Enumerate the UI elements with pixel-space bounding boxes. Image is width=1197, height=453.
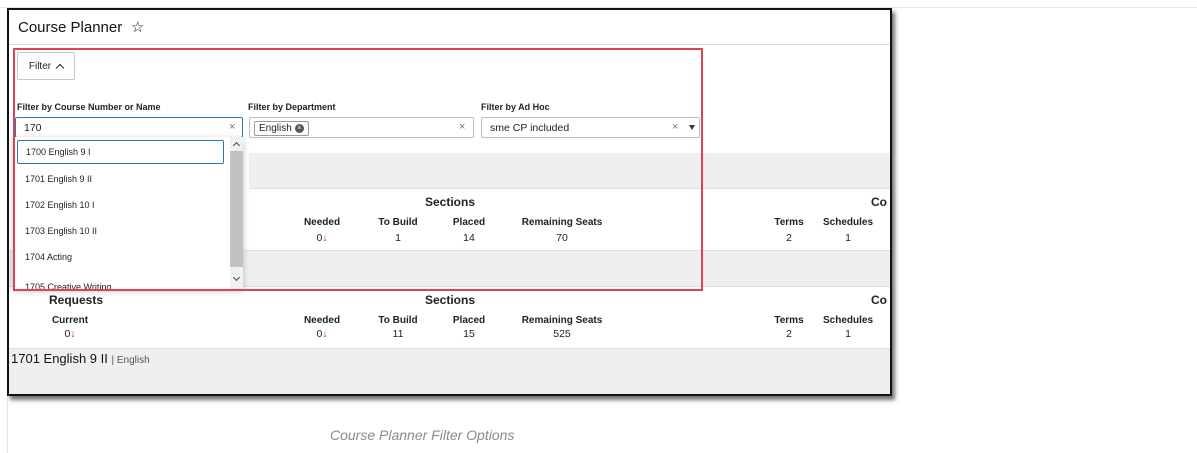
needed-value-2: 0↓	[316, 328, 328, 340]
sections-heading-2: Sections	[425, 293, 476, 307]
col-schedules-1: Schedules	[822, 217, 874, 228]
star-icon[interactable]: ☆	[131, 18, 144, 36]
co-heading-1: Co	[871, 195, 887, 209]
course-planner-window: Course Planner ☆ Filter Filter by Course…	[7, 8, 892, 396]
highlight-box	[13, 48, 703, 291]
down-arrow-icon: ↓	[322, 328, 328, 340]
col-placed-2: Placed	[452, 315, 486, 326]
col-terms-1: Terms	[774, 217, 804, 228]
placed-value-2: 15	[463, 328, 475, 340]
co-heading-2: Co	[871, 293, 887, 307]
figure-caption: Course Planner Filter Options	[330, 427, 515, 443]
down-arrow-icon: ↓	[70, 328, 76, 340]
course-department: | English	[111, 355, 150, 366]
page-title: Course Planner	[18, 19, 123, 36]
col-schedules-2: Schedules	[822, 315, 874, 326]
col-terms-2: Terms	[774, 315, 804, 326]
title-bar: Course Planner ☆	[9, 10, 890, 45]
course-name: 1701 English 9 II	[11, 351, 108, 366]
terms-value-1: 2	[786, 232, 792, 244]
col-to-build-2: To Build	[378, 315, 418, 326]
terms-value-2: 2	[786, 328, 792, 340]
to-build-value-2: 11	[392, 328, 404, 340]
current-value-2: 0↓	[64, 328, 76, 340]
col-remaining-2: Remaining Seats	[521, 315, 603, 326]
col-needed-2: Needed	[303, 315, 341, 326]
col-current-2: Current	[51, 315, 89, 326]
schedules-value-1: 1	[845, 232, 851, 244]
remaining-value-2: 525	[553, 328, 571, 340]
schedules-value-2: 1	[845, 328, 851, 340]
requests-heading-2: Requests	[49, 293, 104, 307]
course-title-row[interactable]: 1701 English 9 II | English	[11, 351, 150, 366]
